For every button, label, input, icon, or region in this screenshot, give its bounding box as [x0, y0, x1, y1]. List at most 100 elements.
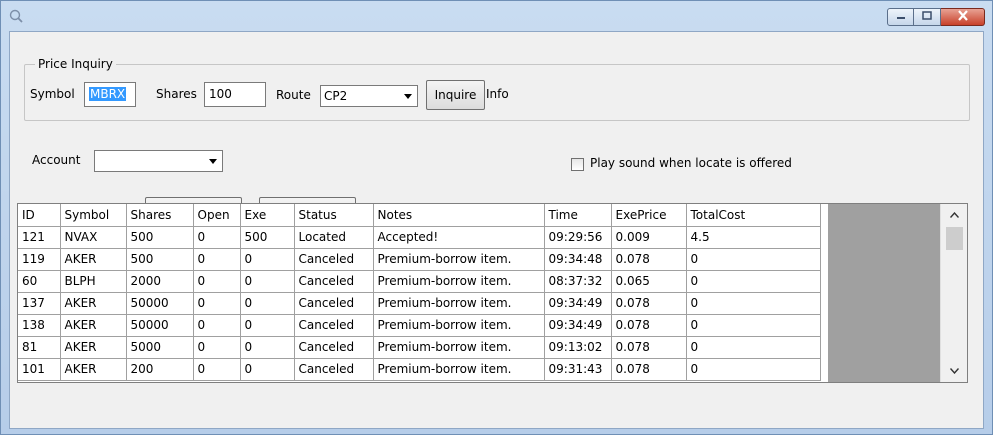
scroll-down-icon[interactable] — [941, 362, 967, 380]
table-cell: 0 — [686, 248, 821, 271]
table-cell: 0 — [193, 270, 241, 293]
maximize-icon — [922, 10, 932, 24]
table-cell: AKER — [60, 358, 127, 381]
table-row[interactable]: 119 AKER 500 0 0 Canceled Premium-borrow item.… — [18, 248, 821, 271]
play-sound-label: Play sound when locate is offered — [590, 156, 792, 170]
scroll-thumb[interactable] — [946, 227, 963, 250]
table-cell: 0.009 — [611, 226, 687, 249]
table-cell: 500 — [126, 248, 194, 271]
table-cell: 2000 — [126, 270, 194, 293]
play-sound-checkbox[interactable] — [571, 158, 584, 171]
column-header[interactable]: ExePrice — [611, 204, 687, 227]
table-cell: Accepted! — [373, 226, 545, 249]
route-select[interactable]: CP2 — [320, 85, 418, 107]
table-cell: BLPH — [60, 270, 127, 293]
table-cell: 50000 — [126, 314, 194, 337]
close-button[interactable] — [941, 8, 985, 26]
price-inquiry-legend: Price Inquiry — [35, 57, 116, 71]
shares-input[interactable]: 100 — [204, 82, 266, 107]
route-value: CP2 — [324, 89, 348, 103]
column-header[interactable]: Notes — [373, 204, 545, 227]
table-cell: Canceled — [294, 292, 374, 315]
table-cell: 0.078 — [611, 292, 687, 315]
scroll-up-icon[interactable] — [941, 206, 967, 224]
table-cell: 09:34:49 — [544, 314, 612, 337]
table-cell: 09:13:02 — [544, 336, 612, 359]
column-header[interactable]: Time — [544, 204, 612, 227]
column-header[interactable]: Open — [193, 204, 241, 227]
vertical-scrollbar[interactable] — [940, 204, 967, 382]
symbol-input[interactable]: MBRX — [84, 82, 136, 107]
account-label: Account — [32, 153, 81, 167]
table-cell: 0 — [193, 336, 241, 359]
table-cell: 0 — [193, 248, 241, 271]
table-row[interactable]: 121 NVAX 500 0 500 Located Accepted! 09:29:56 0.… — [18, 226, 821, 249]
table-cell: 0.078 — [611, 358, 687, 381]
table-row[interactable]: 60 BLPH 2000 0 0 Canceled Premium-borrow item.… — [18, 270, 821, 293]
table-row[interactable]: 101 AKER 200 0 0 Canceled Premium-borrow item.… — [18, 358, 821, 381]
column-header[interactable]: Status — [294, 204, 374, 227]
table-cell: 0 — [686, 292, 821, 315]
table-cell: Canceled — [294, 270, 374, 293]
table-cell: 0 — [240, 270, 295, 293]
table-cell: Premium-borrow item. — [373, 314, 545, 337]
table-cell: 60 — [18, 270, 61, 293]
table-cell: 200 — [126, 358, 194, 381]
inquire-button[interactable]: Inquire — [426, 80, 485, 110]
table-cell: Premium-borrow item. — [373, 270, 545, 293]
table-cell: Located — [294, 226, 374, 249]
table-row[interactable]: 138 AKER 50000 0 0 Canceled Premium-borrow ite… — [18, 314, 821, 337]
close-icon — [957, 10, 969, 24]
table-cell: 50000 — [126, 292, 194, 315]
shares-label: Shares — [156, 87, 197, 101]
table-cell: 500 — [126, 226, 194, 249]
table-cell: Canceled — [294, 336, 374, 359]
table-cell: 0.078 — [611, 314, 687, 337]
table-cell: 0 — [686, 358, 821, 381]
table-cell: 138 — [18, 314, 61, 337]
grid-empty-area — [828, 204, 941, 382]
table-row[interactable]: 137 AKER 50000 0 0 Canceled Premium-borrow ite… — [18, 292, 821, 315]
table-cell: 0 — [240, 314, 295, 337]
table-cell: NVAX — [60, 226, 127, 249]
table-row[interactable]: 81 AKER 5000 0 0 Canceled Premium-borrow item.… — [18, 336, 821, 359]
minimize-button[interactable] — [887, 8, 914, 26]
column-header[interactable]: Exe — [240, 204, 295, 227]
account-select[interactable] — [94, 150, 223, 172]
table-cell: 09:29:56 — [544, 226, 612, 249]
table-cell: 09:31:43 — [544, 358, 612, 381]
table-cell: 0 — [193, 226, 241, 249]
table-cell: Canceled — [294, 314, 374, 337]
column-header[interactable]: Symbol — [60, 204, 127, 227]
table-cell: Premium-borrow item. — [373, 248, 545, 271]
column-header[interactable]: TotalCost — [686, 204, 821, 227]
title-bar[interactable] — [1, 1, 992, 31]
column-header[interactable]: Shares — [126, 204, 194, 227]
table-cell: 0 — [240, 248, 295, 271]
table-cell: 4.5 — [686, 226, 821, 249]
table-cell: 500 — [240, 226, 295, 249]
minimize-icon — [896, 10, 906, 24]
route-label: Route — [276, 88, 311, 102]
table-cell: Premium-borrow item. — [373, 358, 545, 381]
table-cell: Canceled — [294, 248, 374, 271]
chevron-down-icon — [400, 87, 416, 105]
table-cell: 09:34:48 — [544, 248, 612, 271]
price-inquiry-group: Price Inquiry Symbol MBRX Shares 100 Rou… — [24, 57, 970, 121]
table-cell: 0.078 — [611, 336, 687, 359]
locate-grid: ID Symbol Shares Open Exe Status Notes Time ExeP… — [17, 203, 968, 383]
table-cell: Premium-borrow item. — [373, 292, 545, 315]
table-cell: Canceled — [294, 358, 374, 381]
info-label: Info — [486, 87, 509, 101]
table-cell: 81 — [18, 336, 61, 359]
magnifier-icon — [9, 9, 23, 23]
maximize-button[interactable] — [914, 8, 941, 26]
column-header[interactable]: ID — [18, 204, 61, 227]
table-cell: 0 — [240, 292, 295, 315]
table-cell: 0.065 — [611, 270, 687, 293]
table-cell: 121 — [18, 226, 61, 249]
table-cell: Premium-borrow item. — [373, 336, 545, 359]
table-cell: 0 — [240, 358, 295, 381]
table-cell: 119 — [18, 248, 61, 271]
symbol-label: Symbol — [30, 87, 75, 101]
